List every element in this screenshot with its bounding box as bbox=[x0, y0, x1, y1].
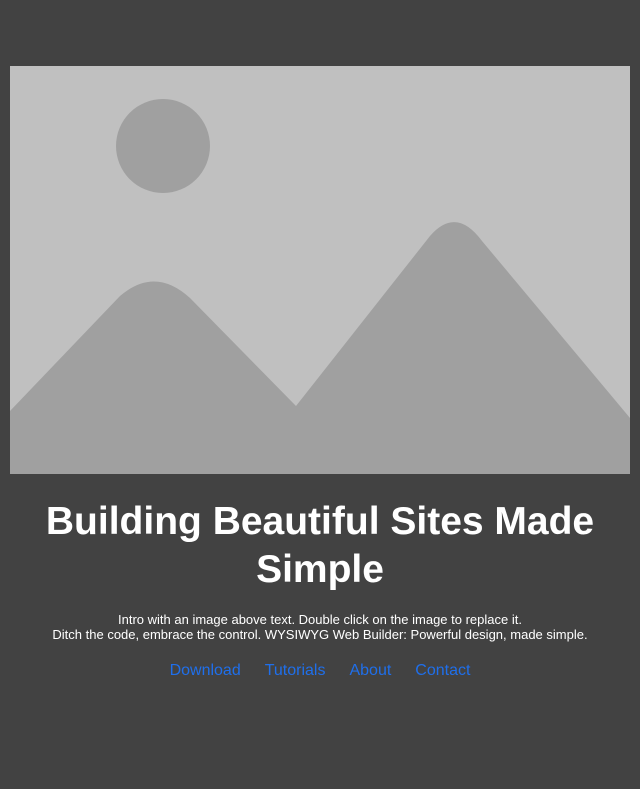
contact-link[interactable]: Contact bbox=[415, 661, 470, 681]
nav-links: Download Tutorials About Contact bbox=[0, 661, 640, 681]
image-placeholder-icon[interactable] bbox=[10, 66, 630, 474]
placeholder-sun bbox=[116, 99, 210, 193]
intro-line-2: Ditch the code, embrace the control. WYS… bbox=[52, 627, 588, 642]
tutorials-link[interactable]: Tutorials bbox=[265, 661, 326, 681]
about-link[interactable]: About bbox=[349, 661, 391, 681]
intro-text: Intro with an image above text. Double c… bbox=[0, 612, 640, 642]
download-link[interactable]: Download bbox=[170, 661, 241, 681]
intro-line-1: Intro with an image above text. Double c… bbox=[118, 612, 522, 627]
page-title: Building Beautiful Sites Made Simple bbox=[45, 500, 595, 591]
